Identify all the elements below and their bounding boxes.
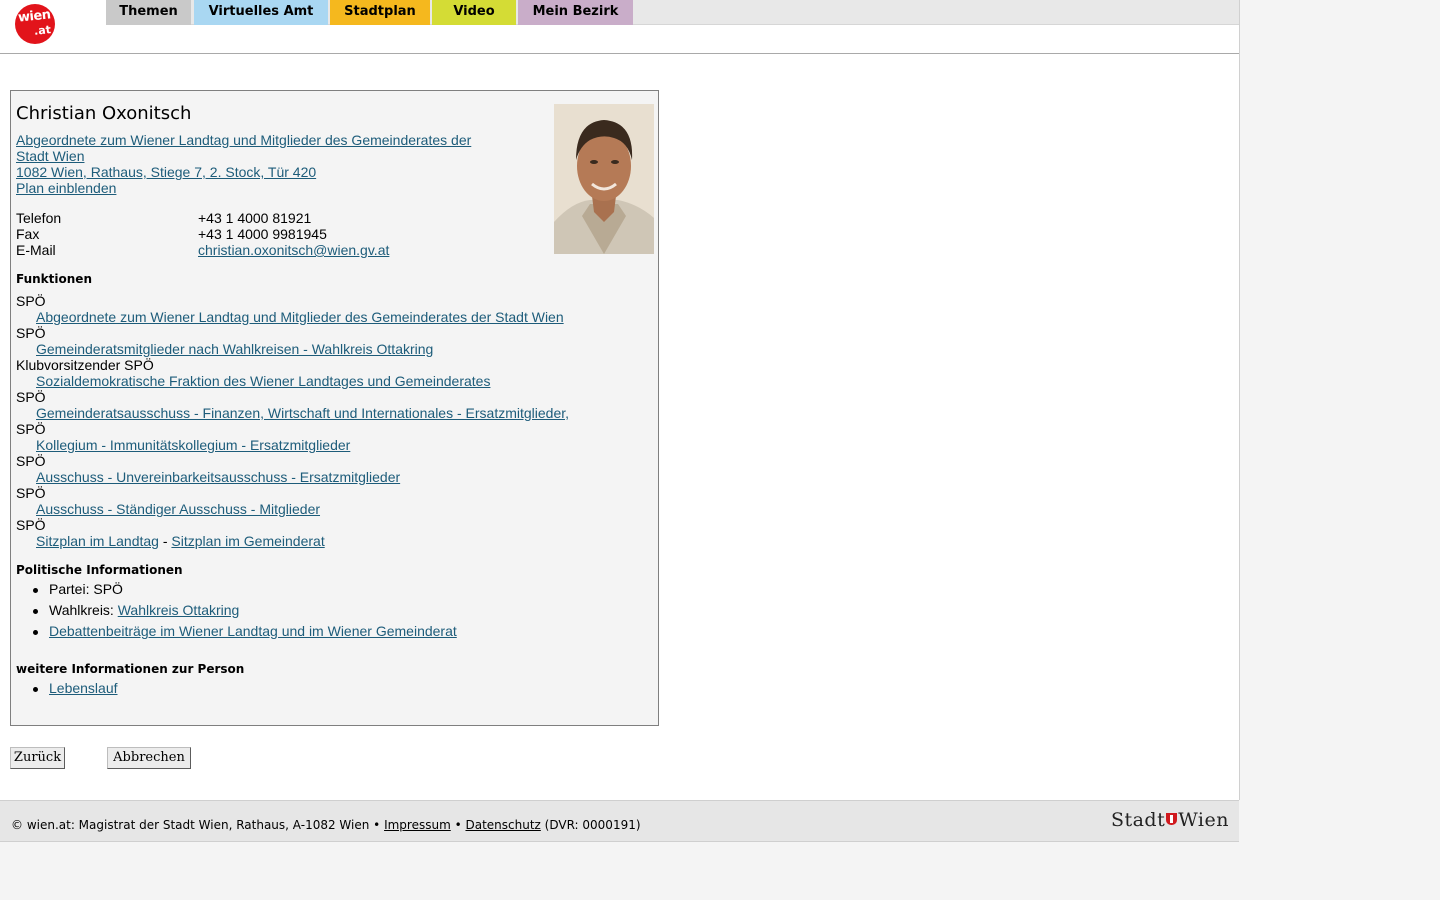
stadt-wien-logo-right: Wien	[1178, 809, 1229, 831]
phone-row: Telefon +43 1 4000 81921	[16, 210, 516, 226]
function-role: SPÖ	[16, 453, 46, 469]
footer: © wien.at: Magistrat der Stadt Wien, Rat…	[0, 800, 1239, 842]
email-row: E-Mail christian.oxonitsch@wien.gv.at	[16, 242, 516, 258]
wien-at-logo[interactable]: wien .at	[15, 4, 55, 44]
function-role: Klubvorsitzender SPÖ	[16, 357, 154, 373]
function-link[interactable]: Ausschuss - Unvereinbarkeitsausschuss - …	[36, 469, 400, 485]
fax-value: +43 1 4000 9981945	[198, 226, 327, 242]
plan-link[interactable]: Plan einblenden	[16, 180, 116, 196]
org-link-line1[interactable]: Abgeordnete zum Wiener Landtag und Mitgl…	[16, 132, 471, 148]
footer-separator: •	[450, 818, 466, 832]
tab-stadtplan[interactable]: Stadtplan	[330, 0, 430, 25]
function-link[interactable]: Gemeinderatsmitglieder nach Wahlkreisen …	[36, 341, 433, 357]
plan-link-row: Plan einblenden	[16, 180, 116, 196]
function-role: SPÖ	[16, 293, 46, 309]
political-info-list: Partei: SPÖ Wahlkreis: Wahlkreis Ottakri…	[16, 579, 457, 642]
header: wien .at Themen Virtuelles Amt Stadtplan…	[0, 0, 1239, 54]
more-info-list: Lebenslauf	[16, 678, 118, 699]
seat-plan-gemeinderat-link[interactable]: Sitzplan im Gemeinderat	[171, 533, 324, 549]
function-link[interactable]: Abgeordnete zum Wiener Landtag und Mitgl…	[36, 309, 564, 325]
org-link-line2[interactable]: Stadt Wien	[16, 148, 84, 164]
footer-suffix: (DVR: 0000191)	[540, 818, 641, 832]
function-role: SPÖ	[16, 517, 46, 533]
tab-video[interactable]: Video	[432, 0, 516, 25]
function-role: SPÖ	[16, 485, 46, 501]
page: wien .at Themen Virtuelles Amt Stadtplan…	[0, 0, 1240, 842]
tab-mein-bezirk[interactable]: Mein Bezirk	[518, 0, 633, 25]
stadt-wien-logo-left: Stadt	[1110, 809, 1166, 831]
person-card: Christian Oxonitsch Abgeordnete zum Wien…	[10, 90, 659, 726]
footer-prefix: © wien.at: Magistrat der Stadt Wien, Rat…	[11, 818, 385, 832]
list-item-cv: Lebenslauf	[16, 678, 118, 699]
function-role: SPÖ	[16, 389, 46, 405]
function-role: SPÖ	[16, 325, 46, 341]
debates-link[interactable]: Debattenbeiträge im Wiener Landtag und i…	[49, 623, 457, 639]
fax-label: Fax	[16, 226, 40, 242]
seat-plan-separator: -	[158, 533, 172, 549]
function-link[interactable]: Ausschuss - Ständiger Ausschuss - Mitgli…	[36, 501, 320, 517]
email-label: E-Mail	[16, 242, 56, 258]
person-photo	[554, 104, 654, 254]
functions-title: Funktionen	[16, 272, 92, 286]
address-link-row: 1082 Wien, Rathaus, Stiege 7, 2. Stock, …	[16, 164, 316, 180]
tab-themen[interactable]: Themen	[106, 0, 191, 25]
cv-link[interactable]: Lebenslauf	[49, 680, 118, 696]
function-link[interactable]: Gemeinderatsausschuss - Finanzen, Wirtsc…	[36, 405, 569, 421]
district-label: Wahlkreis:	[49, 602, 118, 618]
main-nav: Themen Virtuelles Amt Stadtplan Video Me…	[106, 0, 1239, 25]
more-info-title: weitere Informationen zur Person	[16, 662, 245, 676]
person-name: Christian Oxonitsch	[16, 103, 192, 124]
cancel-button[interactable]: Abbrechen	[107, 747, 191, 769]
vienna-shield-icon	[1166, 813, 1178, 825]
phone-label: Telefon	[16, 210, 62, 226]
function-role: SPÖ	[16, 421, 46, 437]
impressum-link[interactable]: Impressum	[384, 818, 451, 832]
tab-virtuelles-amt[interactable]: Virtuelles Amt	[194, 0, 328, 25]
seat-plan-landtag-link[interactable]: Sitzplan im Landtag	[36, 533, 159, 549]
party-text: Partei: SPÖ	[49, 581, 123, 597]
back-button[interactable]: Zurück	[10, 747, 65, 769]
function-link[interactable]: Kollegium - Immunitätskollegium - Ersatz…	[36, 437, 350, 453]
logo-text-at: .at	[33, 23, 52, 38]
list-item-district: Wahlkreis: Wahlkreis Ottakring	[16, 600, 457, 621]
political-info-title: Politische Informationen	[16, 563, 183, 577]
address-link[interactable]: 1082 Wien, Rathaus, Stiege 7, 2. Stock, …	[16, 164, 316, 180]
district-link[interactable]: Wahlkreis Ottakring	[118, 602, 240, 618]
org-link[interactable]: Abgeordnete zum Wiener Landtag und Mitgl…	[16, 132, 471, 164]
footer-text: © wien.at: Magistrat der Stadt Wien, Rat…	[11, 818, 641, 832]
fax-row: Fax +43 1 4000 9981945	[16, 226, 516, 242]
email-link[interactable]: christian.oxonitsch@wien.gv.at	[198, 242, 389, 258]
function-link[interactable]: Sozialdemokratische Fraktion des Wiener …	[36, 373, 490, 389]
seat-plan-row: Sitzplan im Landtag - Sitzplan im Gemein…	[36, 533, 325, 549]
datenschutz-link[interactable]: Datenschutz	[465, 818, 540, 832]
list-item-debates: Debattenbeiträge im Wiener Landtag und i…	[16, 621, 457, 642]
list-item-party: Partei: SPÖ	[16, 579, 457, 600]
phone-value: +43 1 4000 81921	[198, 210, 312, 226]
stadt-wien-logo[interactable]: Stadt Wien	[1111, 809, 1229, 831]
